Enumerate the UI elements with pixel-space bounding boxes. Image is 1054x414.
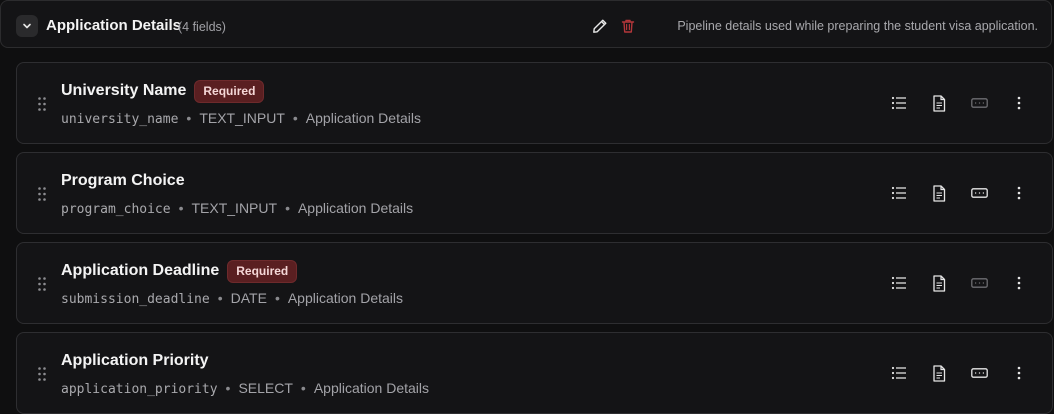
chevron-down-icon	[23, 23, 31, 29]
meta-separator: •	[186, 110, 192, 126]
required-badge: Required	[227, 259, 298, 283]
field-actions	[890, 364, 1028, 382]
field-type: TEXT_INPUT	[199, 110, 285, 126]
field-label-row: University Name Required	[61, 79, 265, 103]
field-label: University Name	[61, 82, 187, 99]
meta-separator: •	[274, 290, 280, 306]
field-key: program_choice	[61, 202, 171, 217]
list-icon	[891, 276, 906, 290]
meta-separator: •	[178, 200, 184, 216]
more-options-button[interactable]	[1010, 184, 1028, 202]
drag-handle-icon[interactable]	[37, 366, 47, 382]
options-button[interactable]	[890, 94, 908, 112]
more-vertical-icon	[1017, 96, 1021, 110]
more-vertical-icon	[1017, 186, 1021, 200]
field-group: Application Details	[305, 110, 421, 126]
field-meta: program_choice • TEXT_INPUT • Application De…	[61, 199, 413, 219]
more-vertical-icon	[1017, 276, 1021, 290]
document-icon	[933, 94, 946, 112]
drag-handle-icon[interactable]	[37, 96, 47, 112]
field-label-row: Application Deadline Required	[61, 259, 298, 283]
meta-separator: •	[285, 200, 290, 216]
pencil-icon	[593, 19, 607, 33]
field-label: Program Choice	[61, 172, 185, 189]
details-button[interactable]	[930, 364, 948, 382]
field-label: Application Priority	[61, 352, 209, 369]
details-button[interactable]	[930, 274, 948, 292]
meta-separator: •	[217, 290, 223, 306]
more-options-button[interactable]	[1010, 364, 1028, 382]
list-icon	[891, 96, 906, 110]
list-icon	[891, 366, 906, 380]
section-title: Application Details	[46, 17, 182, 34]
list-icon	[891, 186, 906, 200]
collapse-button[interactable]	[16, 15, 38, 37]
delete-section-button[interactable]	[619, 17, 637, 35]
input-toggle-button[interactable]	[970, 94, 988, 112]
details-button[interactable]	[930, 184, 948, 202]
field-key: application_priority	[61, 382, 218, 397]
field-label-row: Program Choice	[61, 169, 185, 193]
section-header: Application Details (4 fields) Pipeline …	[0, 0, 1052, 48]
input-toggle-button[interactable]	[970, 364, 988, 382]
input-field-icon	[970, 278, 988, 288]
field-card-application-priority: Application Priority application_priorit…	[16, 332, 1053, 414]
required-badge: Required	[194, 79, 265, 103]
field-group: Application Details	[287, 290, 404, 306]
field-key: university_name	[61, 112, 179, 127]
section-field-count: (4 fields)	[178, 20, 226, 34]
input-toggle-button[interactable]	[970, 184, 988, 202]
options-button[interactable]	[890, 274, 908, 292]
field-type: SELECT	[238, 380, 293, 396]
input-field-icon	[970, 98, 988, 108]
trash-icon	[621, 19, 635, 33]
field-group: Application Details	[313, 380, 429, 396]
more-vertical-icon	[1017, 366, 1021, 380]
field-meta: application_priority • SELECT • Application …	[61, 379, 429, 399]
field-key: submission_deadline	[61, 292, 210, 307]
field-card-application-deadline: Application Deadline Required submission…	[16, 242, 1053, 324]
more-options-button[interactable]	[1010, 94, 1028, 112]
input-field-icon	[970, 368, 988, 378]
field-card-program-choice: Program Choice program_choice • TEXT_INPUT…	[16, 152, 1053, 234]
field-meta: submission_deadline • DATE • Application Det…	[61, 289, 403, 309]
drag-handle-icon[interactable]	[37, 276, 47, 292]
details-button[interactable]	[930, 94, 948, 112]
input-field-icon	[970, 188, 988, 198]
document-icon	[933, 184, 946, 202]
field-actions	[890, 184, 1028, 202]
fields-section: Application Details (4 fields) Pipeline …	[0, 0, 1054, 414]
edit-section-button[interactable]	[591, 17, 609, 35]
field-actions	[890, 94, 1028, 112]
field-actions	[890, 274, 1028, 292]
section-description: Pipeline details used while preparing th…	[677, 19, 1038, 33]
document-icon	[933, 274, 946, 292]
options-button[interactable]	[890, 184, 908, 202]
field-label-row: Application Priority	[61, 349, 209, 373]
meta-separator: •	[292, 110, 298, 126]
meta-separator: •	[225, 380, 231, 396]
meta-separator: •	[300, 380, 306, 396]
options-button[interactable]	[890, 364, 908, 382]
drag-handle-icon[interactable]	[37, 186, 47, 202]
input-toggle-button[interactable]	[970, 274, 988, 292]
field-type: DATE	[230, 290, 267, 306]
field-card-university-name: University Name Required university_name…	[16, 62, 1053, 144]
field-group: Application Details	[297, 200, 414, 216]
document-icon	[933, 364, 946, 382]
field-meta: university_name • TEXT_INPUT • Application D…	[61, 109, 421, 129]
more-options-button[interactable]	[1010, 274, 1028, 292]
field-type: TEXT_INPUT	[191, 200, 278, 216]
field-label: Application Deadline	[61, 262, 220, 279]
